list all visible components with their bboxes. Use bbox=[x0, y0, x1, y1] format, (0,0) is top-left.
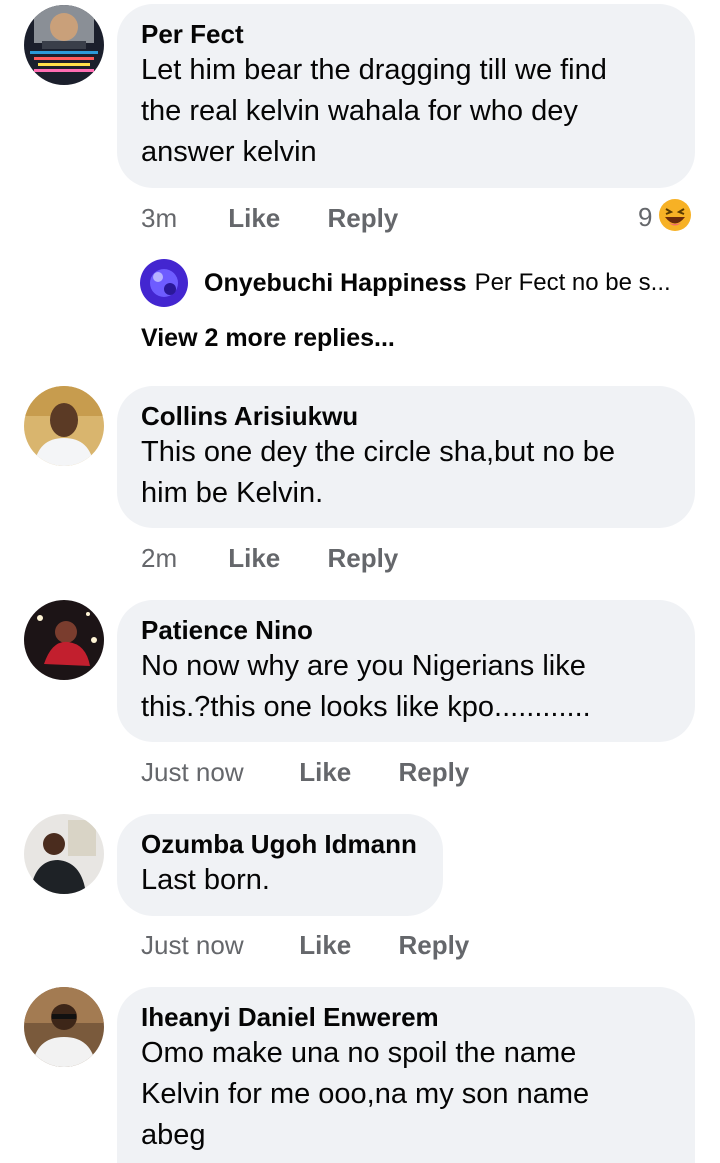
avatar[interactable] bbox=[24, 987, 104, 1067]
reply-author[interactable]: Onyebuchi Happiness bbox=[204, 269, 467, 298]
comment-bubble[interactable]: Per Fect Let him bear the dragging till … bbox=[117, 4, 695, 188]
reply-snippet: Per Fect no be s... bbox=[474, 269, 671, 296]
comment-actions: Just now Like Reply bbox=[141, 930, 469, 961]
comment-bubble[interactable]: Iheanyi Daniel Enwerem Omo make una no s… bbox=[117, 987, 695, 1163]
comment-author[interactable]: Per Fect bbox=[141, 18, 671, 50]
reply-button[interactable]: Reply bbox=[327, 543, 398, 574]
comment-text-line: No now why are you Nigerians like bbox=[141, 650, 586, 682]
comment-author[interactable]: Patience Nino bbox=[141, 614, 671, 646]
comment-timestamp: Just now bbox=[141, 757, 244, 787]
like-button[interactable]: Like bbox=[228, 203, 320, 234]
avatar[interactable] bbox=[24, 814, 104, 894]
comment-actions: Just now Like Reply bbox=[141, 757, 469, 788]
comment-text-line: Kelvin for me ooo,na my son name bbox=[141, 1078, 590, 1110]
comment-text-line: answer kelvin bbox=[141, 136, 317, 168]
avatar[interactable] bbox=[24, 5, 104, 85]
reply-button[interactable]: Reply bbox=[327, 203, 398, 234]
reaction-count: 9 bbox=[638, 202, 653, 232]
comment-actions: 2m Like Reply bbox=[141, 543, 398, 574]
reply-button[interactable]: Reply bbox=[398, 930, 469, 961]
comment-actions: 3m Like Reply bbox=[141, 203, 398, 234]
comment-timestamp: 3m bbox=[141, 203, 178, 233]
reaction-summary[interactable]: 9 bbox=[638, 198, 692, 237]
avatar[interactable] bbox=[24, 386, 104, 466]
reply-avatar[interactable] bbox=[140, 259, 188, 307]
comment-bubble[interactable]: Ozumba Ugoh Idmann Last born. bbox=[117, 814, 443, 916]
comment-text-line: this.?this one looks like kpo...........… bbox=[141, 691, 591, 723]
view-more-replies-link[interactable]: View 2 more replies... bbox=[141, 324, 395, 353]
comment-bubble[interactable]: Collins Arisiukwu This one dey the circl… bbox=[117, 386, 695, 528]
comment-text-line: him be Kelvin. bbox=[141, 477, 324, 509]
comment-text-line: Omo make una no spoil the name bbox=[141, 1037, 577, 1069]
comment-timestamp: Just now bbox=[141, 930, 244, 960]
comment-author[interactable]: Iheanyi Daniel Enwerem bbox=[141, 1001, 671, 1033]
reply-button[interactable]: Reply bbox=[398, 757, 469, 788]
laughing-emoji-icon bbox=[658, 198, 692, 237]
comment-timestamp: 2m bbox=[141, 543, 178, 573]
comment-text-line: This one dey the circle sha,but no be bbox=[141, 436, 615, 468]
comment-author[interactable]: Ozumba Ugoh Idmann bbox=[141, 828, 419, 860]
reply-preview[interactable]: Onyebuchi Happiness Per Fect no be s... bbox=[140, 258, 700, 308]
comment-text-line: abeg bbox=[141, 1119, 206, 1151]
avatar[interactable] bbox=[24, 600, 104, 680]
comment-text-line: Last born. bbox=[141, 864, 270, 896]
like-button[interactable]: Like bbox=[228, 543, 320, 574]
comment-text-line: the real kelvin wahala for who dey bbox=[141, 95, 578, 127]
comment-bubble[interactable]: Patience Nino No now why are you Nigeria… bbox=[117, 600, 695, 742]
like-button[interactable]: Like bbox=[299, 930, 391, 961]
comment-author[interactable]: Collins Arisiukwu bbox=[141, 400, 671, 432]
like-button[interactable]: Like bbox=[299, 757, 391, 788]
comment-text-line: Let him bear the dragging till we find bbox=[141, 54, 607, 86]
